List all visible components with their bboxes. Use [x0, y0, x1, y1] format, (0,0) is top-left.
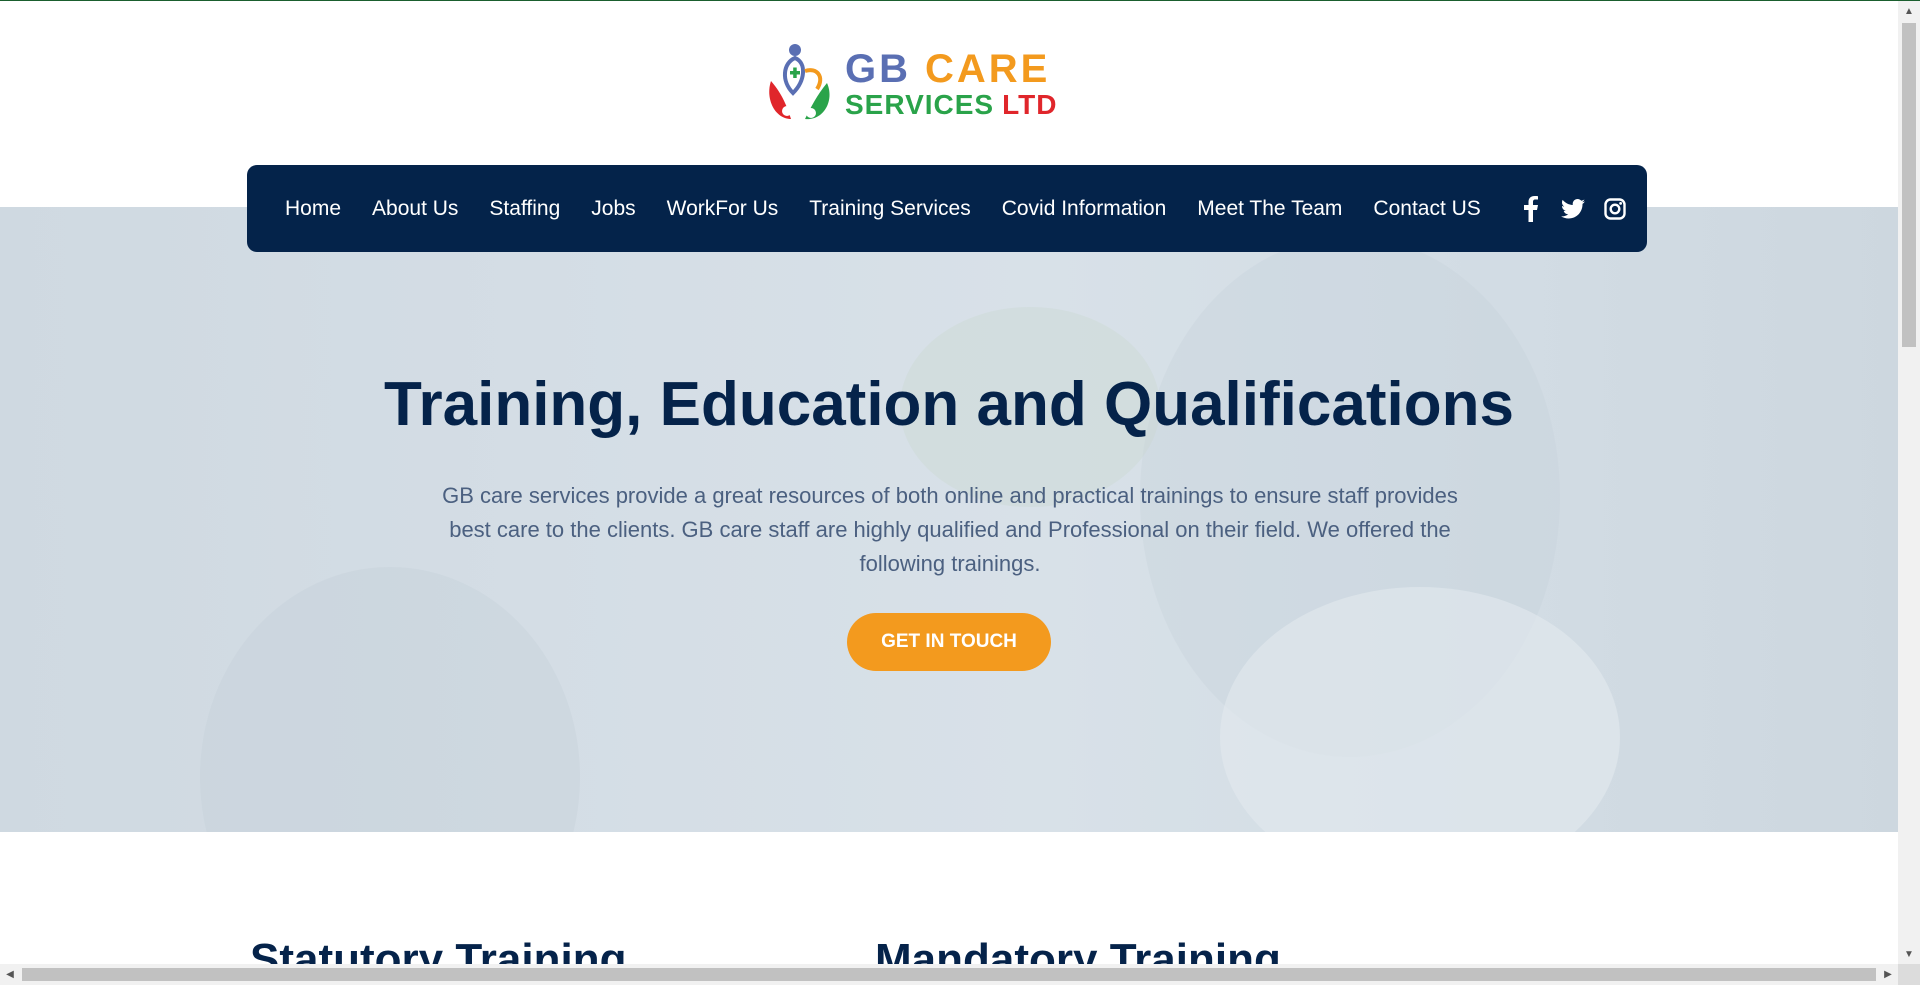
logo-services-text: SERVICES [845, 88, 995, 120]
main-navigation: Home About Us Staffing Jobs WorkFor Us T… [247, 165, 1647, 252]
scroll-up-arrow-icon[interactable]: ▲ [1898, 1, 1920, 21]
vertical-scroll-thumb[interactable] [1902, 23, 1916, 347]
logo-care-text: CARE [925, 46, 1051, 91]
statutory-training-heading: Statutory Training [250, 935, 627, 964]
scroll-left-arrow-icon[interactable]: ◀ [0, 964, 20, 985]
instagram-icon[interactable] [1602, 196, 1628, 222]
scroll-down-arrow-icon[interactable]: ▼ [1898, 944, 1920, 964]
nav-item-covid-information[interactable]: Covid Information [1002, 197, 1167, 221]
vertical-scrollbar[interactable]: ▲ ▼ [1898, 1, 1920, 964]
logo-line-1: GB CARE [845, 49, 1057, 89]
care-logo-icon [769, 44, 830, 120]
nav-item-staffing[interactable]: Staffing [489, 197, 560, 221]
hero-background-figure [200, 567, 580, 832]
nav-item-home[interactable]: Home [285, 197, 341, 221]
scroll-right-arrow-icon[interactable]: ▶ [1878, 964, 1898, 985]
get-in-touch-button[interactable]: GET IN TOUCH [847, 613, 1051, 671]
nav-item-jobs[interactable]: Jobs [591, 197, 635, 221]
logo-wordmark: GB CARE SERVICES LTD [845, 49, 1057, 119]
site-logo[interactable]: GB CARE SERVICES LTD [765, 41, 1065, 126]
logo-ltd-text: LTD [1002, 88, 1058, 120]
logo-gb-text: GB [845, 46, 911, 91]
mandatory-training-heading: Mandatory Training [875, 935, 1281, 964]
hero-title: Training, Education and Qualifications [384, 370, 1514, 439]
facebook-icon[interactable] [1518, 195, 1544, 222]
social-links [1518, 195, 1644, 222]
nav-item-contact-us[interactable]: Contact US [1373, 197, 1480, 221]
horizontal-scrollbar[interactable]: ◀ ▶ [0, 964, 1898, 985]
nav-item-training-services[interactable]: Training Services [809, 197, 970, 221]
scrollbar-corner [1898, 964, 1920, 985]
nav-item-about-us[interactable]: About Us [372, 197, 458, 221]
twitter-icon[interactable] [1560, 196, 1586, 222]
nav-item-meet-the-team[interactable]: Meet The Team [1197, 197, 1342, 221]
logo-line-2: SERVICES LTD [845, 88, 1058, 120]
nav-item-work-for-us[interactable]: WorkFor Us [667, 197, 779, 221]
horizontal-scroll-thumb[interactable] [22, 968, 1876, 981]
hero-description: GB care services provide a great resourc… [442, 483, 1458, 576]
page-viewport: GB CARE SERVICES LTD Training, Education a… [0, 1, 1898, 964]
